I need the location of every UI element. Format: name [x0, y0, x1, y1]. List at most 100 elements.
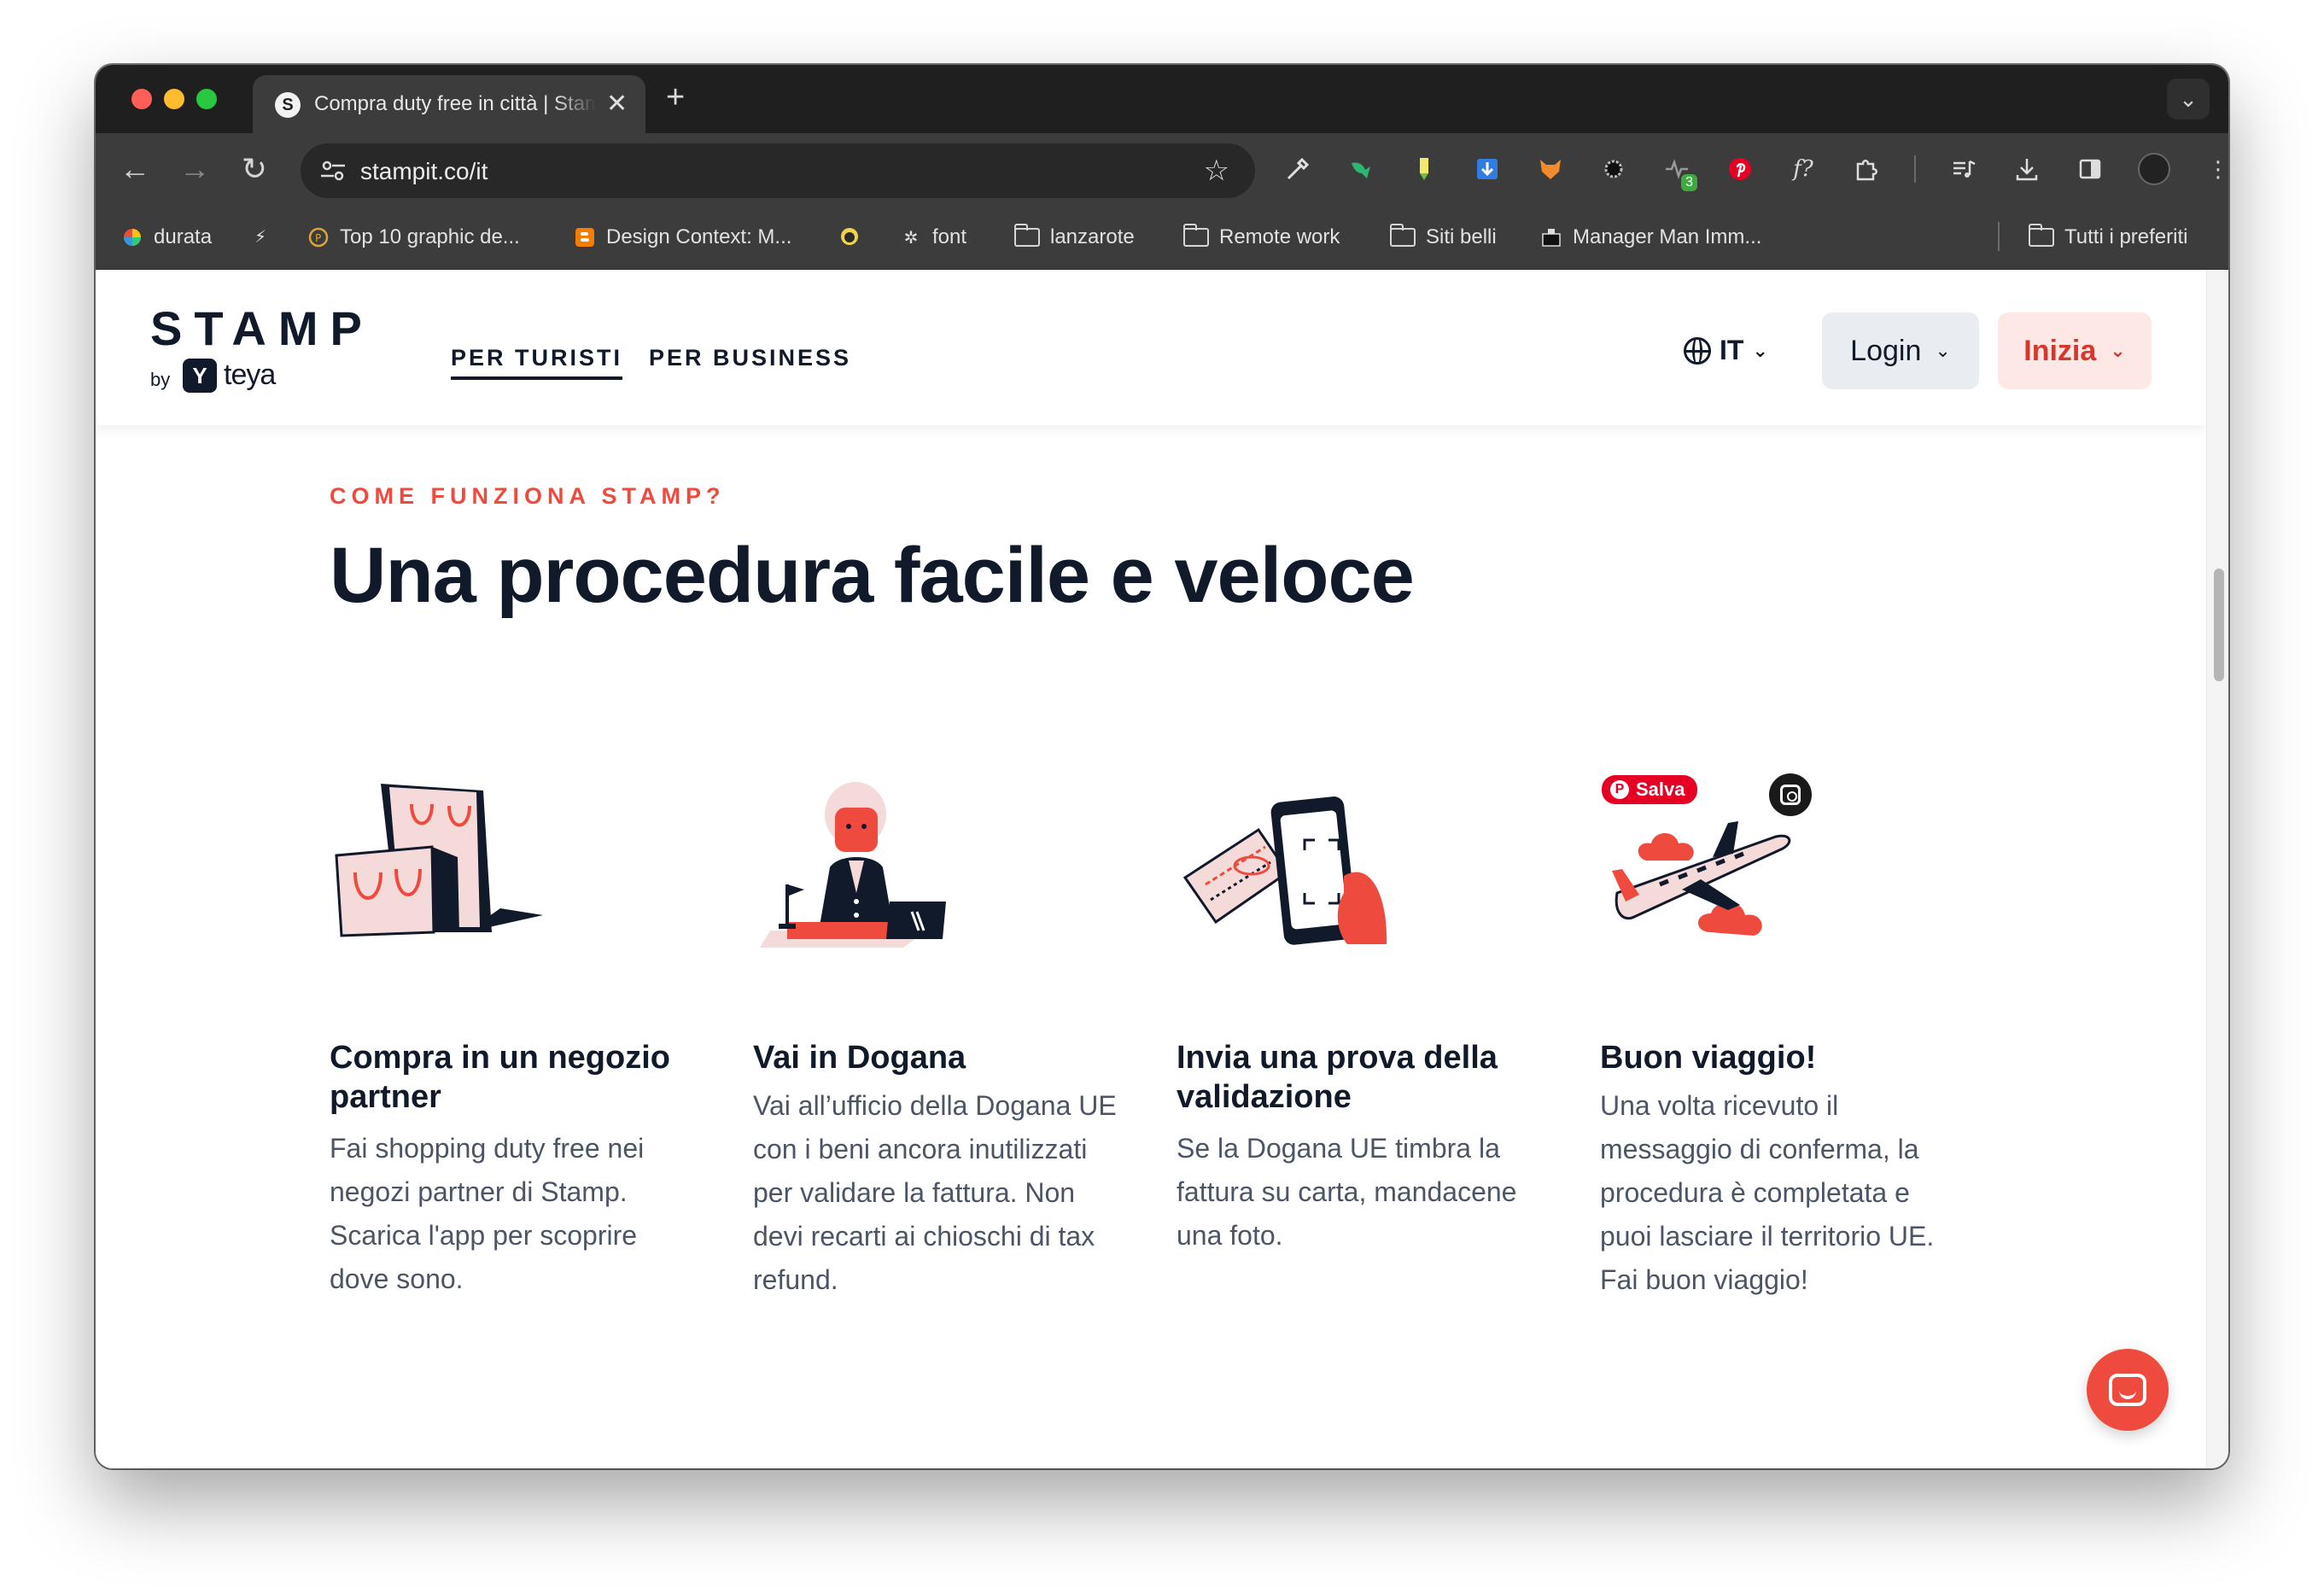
- chevron-down-icon: ⌄: [2110, 340, 2126, 361]
- maximize-window-button[interactable]: [196, 89, 217, 109]
- url-text: stampit.co/it: [360, 158, 488, 184]
- section-headline: Una procedura facile e veloce: [330, 532, 1415, 619]
- bookmark-bolt[interactable]: ⚡: [249, 225, 272, 248]
- eyedropper-icon[interactable]: [1282, 154, 1313, 184]
- chat-launcher-button[interactable]: [2087, 1349, 2169, 1431]
- browser-window: S Compra duty free in città | Stamp ✕ + …: [96, 65, 2228, 1468]
- svg-text:P: P: [315, 232, 321, 244]
- bookmark-face[interactable]: [838, 225, 861, 248]
- step-title: Buon viaggio!: [1600, 1040, 1817, 1076]
- visual-search-button[interactable]: [1769, 773, 1812, 816]
- color-ball-icon: [121, 226, 143, 248]
- address-bar[interactable]: stampit.co/it ☆: [301, 143, 1255, 198]
- sun-icon[interactable]: [1598, 154, 1629, 184]
- stamp-logo[interactable]: STAMP: [150, 301, 374, 356]
- chevron-down-icon: ⌄: [1752, 339, 1768, 361]
- step-desc: Se la Dogana UE timbra la fattura su car…: [1177, 1133, 1517, 1251]
- forward-button[interactable]: →: [176, 152, 213, 186]
- font-icon[interactable]: f?: [1788, 154, 1819, 184]
- all-bookmarks-label: Tutti i preferiti: [2064, 225, 2188, 248]
- scrollbar-thumb[interactable]: [2214, 569, 2224, 681]
- bookmark-font[interactable]: ✲ font: [900, 225, 966, 249]
- profile-avatar[interactable]: [2138, 153, 2170, 185]
- sparkle-icon: ✲: [903, 228, 919, 248]
- pinterest-save-label: Salva: [1636, 779, 1685, 800]
- pinterest-save-button[interactable]: P Salva: [1602, 775, 1697, 804]
- phone-receipt-illustration: [1182, 796, 1387, 945]
- menu-kebab-icon[interactable]: ⋮: [2203, 154, 2228, 184]
- bird-icon[interactable]: [1346, 154, 1376, 184]
- close-window-button[interactable]: [131, 89, 152, 109]
- bookmarks-separator: [1998, 222, 2000, 251]
- site-settings-icon[interactable]: [319, 159, 347, 183]
- extensions-row: 3 f? ⋮: [1282, 152, 2228, 191]
- folder-icon: [1014, 224, 1040, 247]
- bookmark-label: Siti belli: [1426, 225, 1497, 248]
- bookmark-label: font: [932, 225, 967, 248]
- logo-teya: teya: [224, 359, 276, 391]
- side-panel-icon[interactable]: [2075, 154, 2105, 184]
- step-title: Invia una prova della validazione: [1177, 1040, 1498, 1115]
- face-icon: [838, 225, 861, 248]
- chat-icon: [2109, 1374, 2146, 1406]
- folder-icon: [2029, 224, 2054, 247]
- pulse-icon[interactable]: 3: [1661, 154, 1697, 191]
- step-desc: Una volta ricevuto il messaggio di confe…: [1600, 1090, 1935, 1295]
- bookmark-manager[interactable]: Manager Man Imm...: [1540, 225, 1761, 249]
- tab-title: Compra duty free in città | Stamp: [314, 92, 596, 115]
- teya-logo-icon: Y: [183, 359, 217, 393]
- bolt-icon: ⚡: [254, 227, 267, 247]
- tab-active[interactable]: S Compra duty free in città | Stamp ✕: [253, 75, 645, 133]
- fox-icon[interactable]: [1535, 154, 1566, 184]
- blogger-icon: [574, 226, 596, 248]
- all-bookmarks-button[interactable]: Tutti i preferiti: [2029, 224, 2188, 249]
- downloads-icon[interactable]: [2012, 154, 2042, 184]
- shopping-bags-illustration: [335, 784, 543, 937]
- site-header: STAMP by Y teya PER TURISTI PER BUSINESS…: [96, 270, 2206, 425]
- download-box-icon[interactable]: [1472, 154, 1503, 184]
- stamp-favicon-icon: S: [275, 92, 301, 118]
- marker-icon[interactable]: [1409, 154, 1439, 184]
- login-button[interactable]: Login ⌄: [1822, 312, 1979, 389]
- folder-icon: [1390, 224, 1416, 247]
- folder-icon: [1183, 224, 1209, 247]
- browser-toolbar: ← → ↻ stampit.co/it ☆ 3 f? ⋮: [96, 133, 2228, 205]
- reload-button[interactable]: ↻: [236, 152, 273, 186]
- box-icon: [1540, 226, 1562, 248]
- toolbar-separator: [1914, 155, 1916, 183]
- start-button[interactable]: Inizia ⌄: [1998, 312, 2152, 389]
- bookmark-star-icon[interactable]: ☆: [1204, 154, 1229, 188]
- login-label: Login: [1850, 334, 1922, 367]
- customs-officer-illustration: [760, 782, 946, 948]
- pinterest-icon: P: [1610, 780, 1629, 799]
- bookmark-siti-belli[interactable]: Siti belli: [1390, 224, 1497, 249]
- tab-search-button[interactable]: ⌄: [2167, 79, 2210, 120]
- bookmark-durata[interactable]: durata: [121, 225, 212, 249]
- extension-badge: 3: [1681, 174, 1697, 191]
- chevron-down-icon: ⌄: [1935, 340, 1951, 361]
- minimize-window-button[interactable]: [164, 89, 184, 109]
- section-eyebrow: COME FUNZIONA STAMP?: [330, 483, 726, 509]
- step-desc: Fai shopping duty free nei negozi partne…: [330, 1133, 645, 1294]
- tab-close-icon[interactable]: ✕: [606, 87, 628, 121]
- page-scrollbar[interactable]: [2206, 270, 2228, 1468]
- nav-per-turisti[interactable]: PER TURISTI: [451, 345, 623, 380]
- bookmark-lanzarote[interactable]: lanzarote: [1014, 224, 1135, 249]
- new-tab-button[interactable]: +: [666, 80, 685, 114]
- pinterest-icon[interactable]: [1725, 154, 1755, 184]
- logo-by: by: [150, 369, 171, 390]
- nav-per-business[interactable]: PER BUSINESS: [649, 345, 851, 371]
- step-desc: Vai all’ufficio della Dogana UE con i be…: [753, 1090, 1117, 1295]
- bookmarks-bar: durata ⚡ P Top 10 graphic de... Design C…: [96, 205, 2228, 270]
- reading-list-icon[interactable]: [1948, 154, 1979, 184]
- language-selector[interactable]: IT ⌄: [1684, 335, 1768, 366]
- bookmark-design-context[interactable]: Design Context: M...: [574, 225, 791, 249]
- globe-icon: [1684, 336, 1711, 365]
- bookmark-top10[interactable]: P Top 10 graphic de...: [307, 225, 520, 249]
- bookmark-label: Design Context: M...: [606, 225, 792, 248]
- bookmark-remote-work[interactable]: Remote work: [1183, 224, 1340, 249]
- step-title: Vai in Dogana: [753, 1040, 966, 1076]
- back-button[interactable]: ←: [116, 152, 154, 186]
- puzzle-icon[interactable]: [1851, 154, 1882, 184]
- language-label: IT: [1720, 335, 1744, 365]
